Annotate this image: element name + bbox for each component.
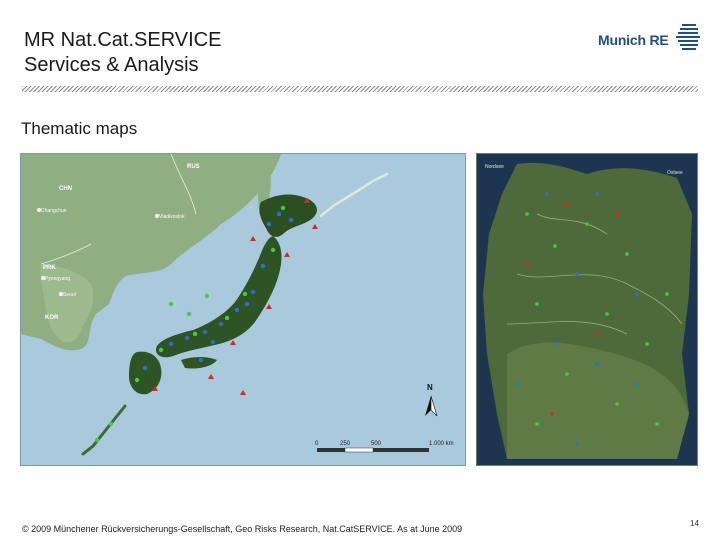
sea-label-ostsee: Ostsee <box>667 170 683 176</box>
scale-tick-500: 500 <box>371 441 382 447</box>
footer-copyright: © 2009 Münchener Rückversicherungs-Gesel… <box>22 524 463 534</box>
logo-mark-icon <box>676 24 700 50</box>
sea-label-nordsee: Nordsee <box>485 164 504 170</box>
japan-map-canvas: CHN RUS PRK KOR Changchun Vladivostok Py… <box>21 154 465 465</box>
section-heading: Thematic maps <box>21 119 138 138</box>
presentation-title: MR Nat.Cat.SERVICE Services & Analysis <box>24 28 221 78</box>
country-label-rus: RUS <box>187 164 200 170</box>
header-divider <box>22 86 698 92</box>
country-label-chn: CHN <box>59 186 72 192</box>
page-number: 14 <box>690 519 699 528</box>
title-line-2: Services & Analysis <box>24 54 199 76</box>
city-label-pyongyang: Pyongyang <box>45 276 70 282</box>
scale-bar <box>317 447 429 453</box>
title-line-1: MR Nat.Cat.SERVICE <box>24 29 222 51</box>
scale-tick-250: 250 <box>340 441 351 447</box>
logo-text: Munich RE <box>598 32 669 48</box>
city-label-changchun: Changchun <box>41 208 67 214</box>
japan-map: CHN RUS PRK KOR Changchun Vladivostok Py… <box>20 153 466 466</box>
country-label-kor: KOR <box>45 315 59 321</box>
country-label-prk: PRK <box>43 265 56 271</box>
munich-re-logo: Munich RE <box>598 24 702 50</box>
city-label-vladivostok: Vladivostok <box>159 214 185 220</box>
city-label-seoul: Seoul <box>63 292 76 298</box>
germany-map-canvas: Nordsee Ostsee <box>477 154 697 465</box>
germany-map: Nordsee Ostsee <box>476 153 698 466</box>
scale-tick-1000: 1.000 km <box>429 441 454 447</box>
north-label: N <box>427 383 433 392</box>
